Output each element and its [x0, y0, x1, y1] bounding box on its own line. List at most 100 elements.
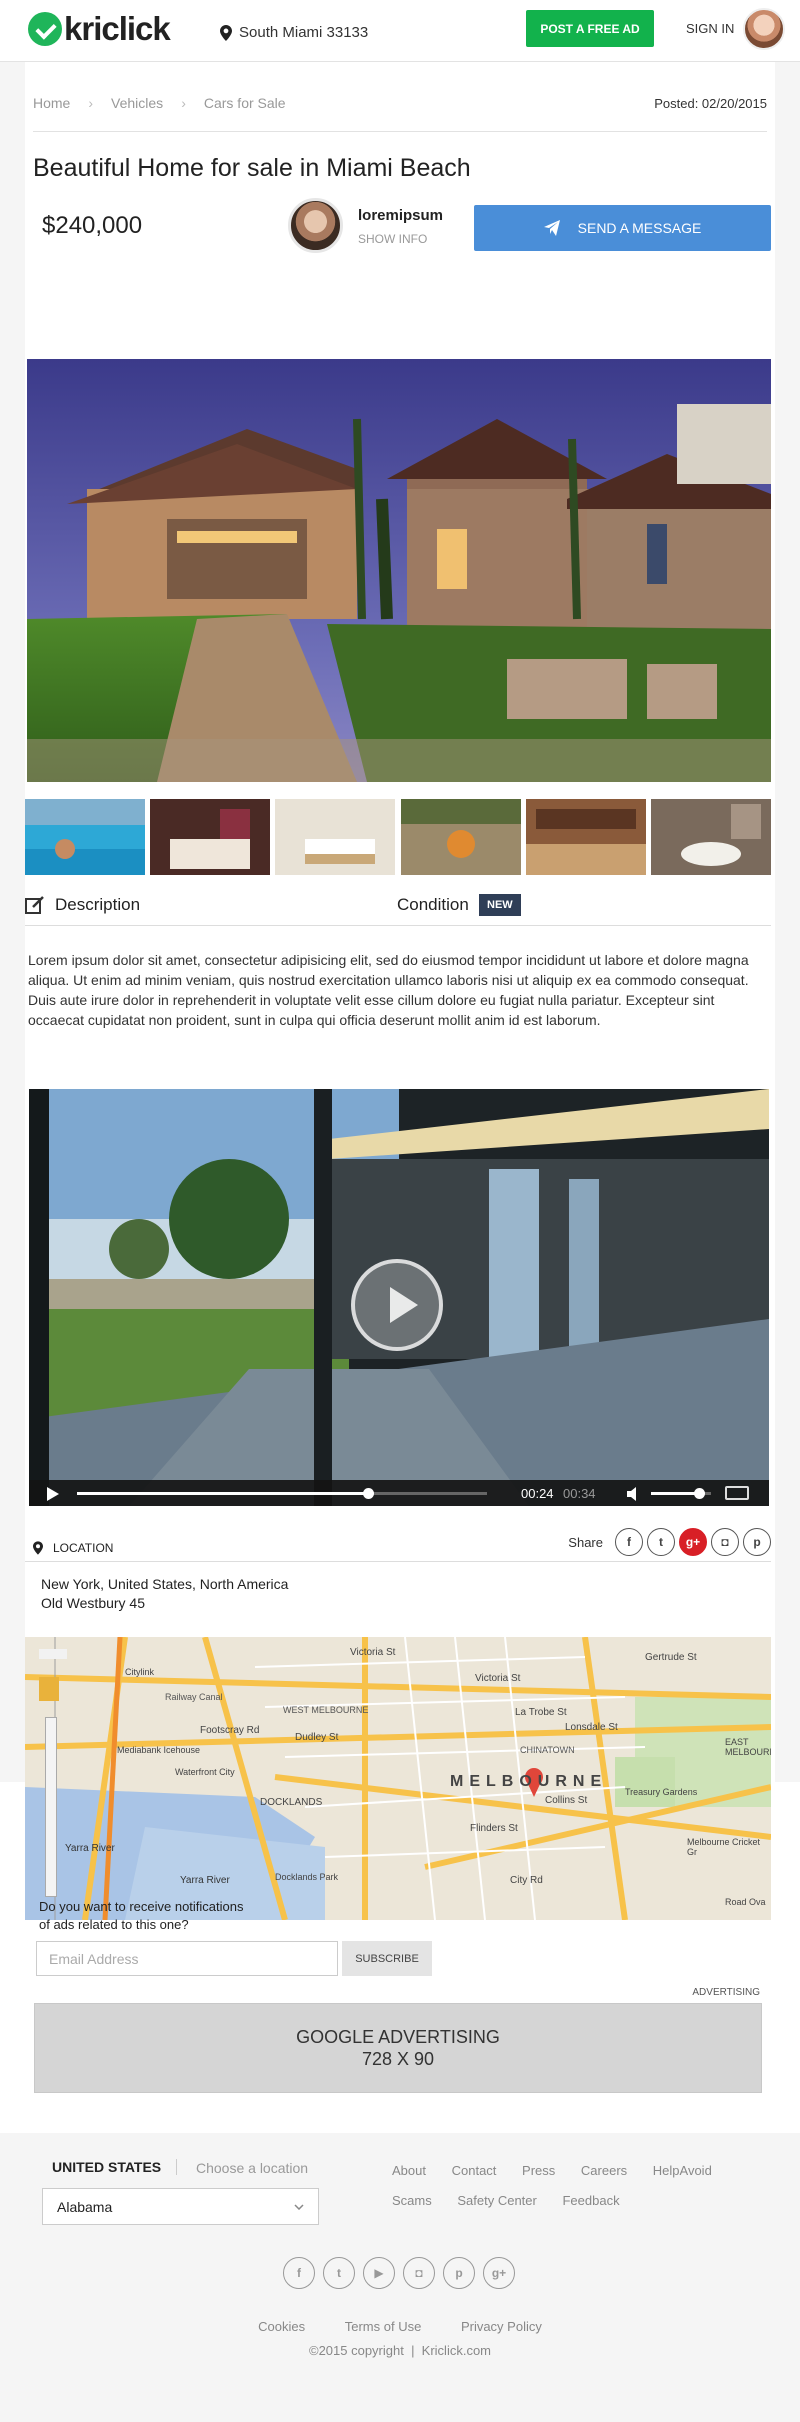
map-label: Dudley St: [295, 1732, 339, 1743]
share-bar: Share f t g+ ◘ p: [568, 1528, 771, 1556]
map-label: Lonsdale St: [565, 1722, 618, 1733]
ad-banner[interactable]: GOOGLE ADVERTISING 728 X 90: [34, 2003, 762, 2093]
main-photo[interactable]: [27, 359, 771, 782]
footer-link-scams[interactable]: Scams: [392, 2186, 432, 2216]
breadcrumb-home[interactable]: Home: [33, 95, 70, 111]
volume-slider[interactable]: [651, 1488, 711, 1499]
map-label: Gertrude St: [645, 1652, 697, 1663]
page: kriclick South Miami 33133 POST A FREE A…: [0, 0, 800, 2422]
play-icon[interactable]: [47, 1487, 59, 1501]
thumbnail-bathroom[interactable]: [650, 799, 771, 875]
legal-link-privacy[interactable]: Privacy Policy: [461, 2319, 542, 2334]
big-play-button[interactable]: [351, 1259, 443, 1351]
map-label: Melbourne Cricket Gr: [687, 1837, 761, 1857]
video-progress-bar[interactable]: [77, 1488, 487, 1499]
legal-link-terms[interactable]: Terms of Use: [345, 2319, 422, 2334]
thumbnail-bedroom[interactable]: [150, 799, 271, 875]
legal-links: Cookies Terms of Use Privacy Policy: [0, 2319, 800, 2334]
map-label: Victoria St: [350, 1647, 396, 1658]
post-free-ad-button[interactable]: POST A FREE AD: [526, 10, 654, 47]
facebook-icon[interactable]: f: [283, 2257, 315, 2289]
thumbnail-kitchen[interactable]: [525, 799, 646, 875]
location-map[interactable]: MELBOURNE Victoria St Gertrude St Railwa…: [25, 1637, 771, 1920]
pinterest-icon[interactable]: p: [743, 1528, 771, 1556]
listing-info-row: $240,000 loremipsum SHOW INFO SEND A MES…: [0, 192, 800, 287]
address-line-1: New York, United States, North America: [41, 1576, 289, 1592]
facebook-icon[interactable]: f: [615, 1528, 643, 1556]
footer-link-helpavoid[interactable]: HelpAvoid: [653, 2156, 712, 2186]
legal-link-cookies[interactable]: Cookies: [258, 2319, 305, 2334]
video-progress-handle[interactable]: [363, 1488, 375, 1499]
site-footer: UNITED STATES Choose a location Alabama …: [0, 2133, 800, 2422]
share-label: Share: [568, 1534, 603, 1550]
map-label: Flinders St: [470, 1823, 518, 1834]
ad-banner-line-1: GOOGLE ADVERTISING: [296, 2027, 500, 2047]
description-header: Description Condition NEW: [25, 892, 771, 926]
subscribe-button[interactable]: SUBSCRIBE: [342, 1941, 432, 1976]
notification-prompt: Do you want to receive notifications of …: [39, 1898, 244, 1934]
thumbnail-fire-pit[interactable]: [400, 799, 521, 875]
twitter-icon[interactable]: t: [323, 2257, 355, 2289]
chevron-down-icon: [294, 2203, 304, 2210]
user-avatar[interactable]: [743, 8, 785, 50]
map-label: Railway Canal: [165, 1692, 223, 1702]
instagram-icon[interactable]: ◘: [711, 1528, 739, 1556]
notification-prompt-line-1: Do you want to receive notifications: [39, 1899, 244, 1914]
youtube-icon[interactable]: ▶: [363, 2257, 395, 2289]
edit-icon: [25, 896, 44, 914]
map-zoom-control[interactable]: [45, 1717, 57, 1897]
video-total-time: 00:34: [563, 1486, 596, 1501]
footer-country: UNITED STATES: [52, 2159, 162, 2175]
map-label: Victoria St: [475, 1673, 521, 1684]
logo[interactable]: kriclick: [28, 10, 171, 47]
breadcrumb-separator: ›: [181, 95, 186, 111]
location-label-text: LOCATION: [53, 1541, 114, 1555]
listing-header: Home › Vehicles › Cars for Sale Posted: …: [0, 62, 800, 287]
volume-icon[interactable]: [627, 1487, 643, 1501]
paper-plane-icon: [543, 220, 560, 236]
copyright: ©2015 copyright | Kriclick.com: [308, 2343, 492, 2358]
thumbnail-bedroom-2[interactable]: [275, 799, 396, 875]
footer-link-careers[interactable]: Careers: [581, 2156, 627, 2186]
footer-links: About Contact Press Careers HelpAvoid Sc…: [392, 2156, 762, 2216]
house-photo: [27, 359, 771, 782]
footer-link-safety-center[interactable]: Safety Center: [457, 2186, 537, 2216]
location-label: LOCATION: [33, 1541, 113, 1555]
seller-name[interactable]: loremipsum: [358, 207, 443, 224]
breadcrumb-separator: ›: [88, 95, 94, 111]
footer-link-about[interactable]: About: [392, 2156, 426, 2186]
footer-link-contact[interactable]: Contact: [452, 2156, 497, 2186]
sign-in-link[interactable]: SIGN IN: [686, 21, 734, 36]
listing-title: Beautiful Home for sale in Miami Beach: [33, 154, 471, 182]
photo-thumbnails: [25, 799, 771, 875]
email-field[interactable]: [36, 1941, 338, 1976]
footer-link-feedback[interactable]: Feedback: [562, 2186, 619, 2216]
map-label: Road Ova: [725, 1897, 766, 1907]
map-label: Mediabank Icehouse: [117, 1745, 201, 1755]
state-select[interactable]: Alabama: [42, 2188, 319, 2225]
volume-handle[interactable]: [694, 1488, 705, 1499]
pinterest-icon[interactable]: p: [443, 2257, 475, 2289]
fullscreen-icon[interactable]: [725, 1486, 749, 1500]
google-plus-icon[interactable]: g+: [483, 2257, 515, 2289]
twitter-icon[interactable]: t: [647, 1528, 675, 1556]
advertising-label: ADVERTISING: [692, 1987, 760, 1998]
send-message-button[interactable]: SEND A MESSAGE: [474, 205, 771, 251]
header-location-text: South Miami 33133: [239, 24, 369, 41]
show-info-link[interactable]: SHOW INFO: [358, 232, 427, 246]
logo-text: kriclick: [64, 10, 171, 47]
breadcrumb-cars-for-sale[interactable]: Cars for Sale: [204, 95, 286, 111]
header-location[interactable]: South Miami 33133: [220, 24, 368, 41]
description-title: Description: [25, 895, 140, 915]
seller-avatar[interactable]: [288, 198, 343, 253]
map-label: Waterfront City: [175, 1767, 235, 1777]
footer-link-press[interactable]: Press: [522, 2156, 555, 2186]
thumbnail-pool[interactable]: [25, 799, 145, 875]
posted-date: Posted: 02/20/2015: [654, 96, 767, 111]
choose-location-link[interactable]: Choose a location: [196, 2160, 308, 2176]
video-player[interactable]: 00:24 00:34: [29, 1089, 769, 1506]
footer-divider: [176, 2159, 177, 2175]
instagram-icon[interactable]: ◘: [403, 2257, 435, 2289]
breadcrumb-vehicles[interactable]: Vehicles: [111, 95, 163, 111]
google-plus-icon[interactable]: g+: [679, 1528, 707, 1556]
